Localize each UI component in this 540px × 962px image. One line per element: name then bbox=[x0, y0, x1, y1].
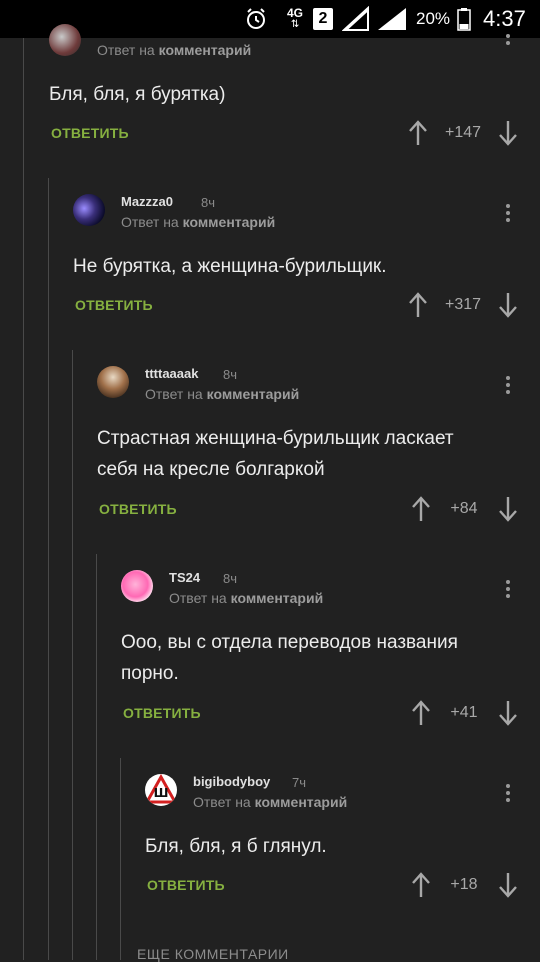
upvote-icon[interactable] bbox=[409, 120, 427, 146]
comment-text: Бля, бля, я бурятка) bbox=[49, 84, 226, 105]
thread-line bbox=[23, 38, 24, 960]
downvote-icon[interactable] bbox=[499, 496, 517, 522]
battery-percent: 20% bbox=[416, 9, 451, 28]
more-options-icon[interactable] bbox=[503, 374, 513, 396]
comment-text: Ооо, вы с отдела переводов названия порн… bbox=[121, 627, 458, 689]
comment-text: Не бурятка, а женщина-бурильщик. bbox=[73, 256, 387, 277]
reply-to-label[interactable]: Ответ на комментарий bbox=[169, 590, 323, 606]
comment-text-line: себя на кресле болгаркой bbox=[97, 459, 325, 480]
comment-score: +41 bbox=[450, 704, 478, 721]
sim-2-icon: 2 bbox=[313, 0, 333, 38]
avatar[interactable]: Ш bbox=[145, 774, 177, 806]
alarm-icon bbox=[244, 0, 268, 38]
network-4g-icon: 4G ⇅ bbox=[287, 6, 304, 30]
comment-score: +84 bbox=[450, 500, 478, 517]
comment-score: +317 bbox=[444, 296, 482, 313]
more-options-icon[interactable] bbox=[503, 782, 513, 804]
thread-line bbox=[48, 178, 49, 960]
avatar[interactable] bbox=[73, 194, 105, 226]
more-options-icon[interactable] bbox=[503, 202, 513, 224]
comment-text: Бля, бля, я б глянул. bbox=[145, 836, 327, 857]
upvote-icon[interactable] bbox=[409, 292, 427, 318]
comment-time: 8ч bbox=[201, 195, 216, 210]
upvote-icon[interactable] bbox=[412, 496, 430, 522]
thread-line bbox=[72, 350, 73, 960]
avatar[interactable] bbox=[97, 366, 129, 398]
avatar-letter: Ш bbox=[153, 786, 169, 800]
status-bar: 4G ⇅ 2 20% 4:37 bbox=[0, 0, 540, 38]
reply-button[interactable]: ОТВЕТИТЬ bbox=[51, 125, 129, 141]
reply-button[interactable]: ОТВЕТИТЬ bbox=[147, 877, 225, 893]
downvote-icon[interactable] bbox=[499, 120, 517, 146]
reply-button[interactable]: ОТВЕТИТЬ bbox=[99, 501, 177, 517]
avatar[interactable] bbox=[49, 24, 81, 56]
reply-button[interactable]: ОТВЕТИТЬ bbox=[123, 705, 201, 721]
comment-text-line: порно. bbox=[121, 663, 179, 684]
battery-icon bbox=[457, 0, 471, 38]
downvote-icon[interactable] bbox=[499, 700, 517, 726]
comment-text-line: Ооо, вы с отдела переводов названия bbox=[121, 632, 458, 653]
reply-to-label[interactable]: Ответ на комментарий bbox=[97, 42, 251, 58]
downvote-icon[interactable] bbox=[499, 872, 517, 898]
comment-text: Страстная женщина-бурильщик ласкает себя… bbox=[97, 423, 454, 485]
reply-button[interactable]: ОТВЕТИТЬ bbox=[75, 297, 153, 313]
comment-score: +147 bbox=[444, 124, 482, 141]
comment-time: 8ч bbox=[223, 571, 238, 586]
more-options-icon[interactable] bbox=[503, 32, 513, 54]
reply-to-label[interactable]: Ответ на комментарий bbox=[121, 214, 275, 230]
reply-to-label[interactable]: Ответ на комментарий bbox=[145, 386, 299, 402]
thread-line bbox=[96, 554, 97, 960]
comment-author[interactable]: ttttaaaak bbox=[145, 366, 198, 381]
downvote-icon[interactable] bbox=[499, 292, 517, 318]
upvote-icon[interactable] bbox=[412, 700, 430, 726]
comment-author[interactable]: Mazzza0 bbox=[121, 194, 173, 209]
reply-to-label[interactable]: Ответ на комментарий bbox=[193, 794, 347, 810]
more-options-icon[interactable] bbox=[503, 578, 513, 600]
no-signal-icon bbox=[342, 0, 372, 38]
upvote-icon[interactable] bbox=[412, 872, 430, 898]
comment-time: 8ч bbox=[223, 367, 238, 382]
signal-icon bbox=[376, 0, 408, 38]
comment-time: 7ч bbox=[292, 775, 307, 790]
comment-score: +18 bbox=[450, 876, 478, 893]
comment-author[interactable]: TS24 bbox=[169, 570, 200, 585]
comment-text-line: Страстная женщина-бурильщик ласкает bbox=[97, 428, 454, 449]
avatar[interactable] bbox=[121, 570, 153, 602]
thread-line bbox=[120, 758, 121, 960]
comment-author[interactable]: bigibodyboy bbox=[193, 774, 270, 789]
